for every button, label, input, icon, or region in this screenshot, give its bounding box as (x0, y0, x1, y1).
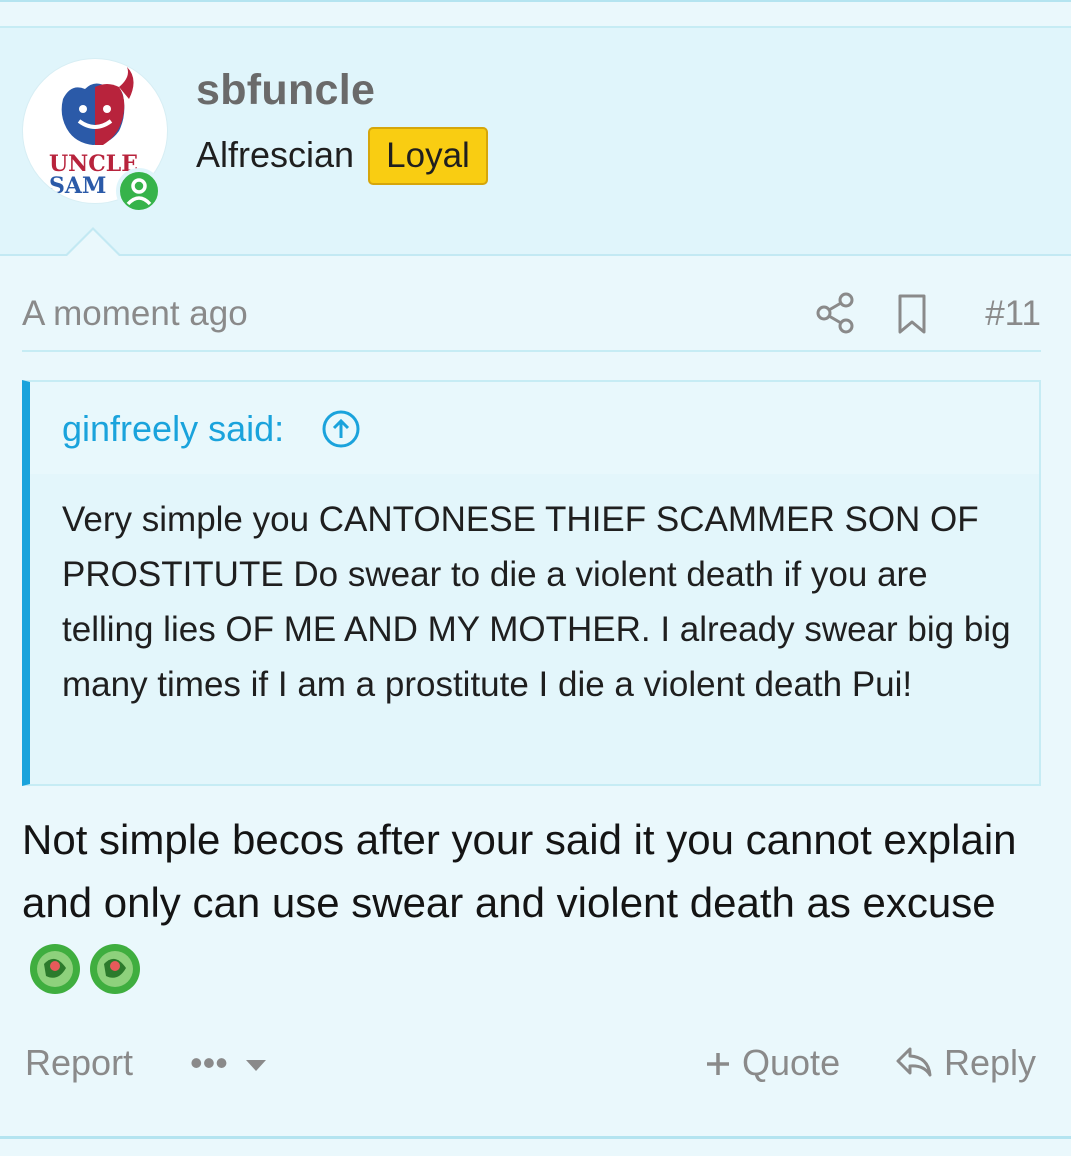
reply-arrow-icon (896, 1047, 932, 1077)
user-badge: Loyal (368, 127, 488, 185)
quote-button-label: Quote (742, 1042, 841, 1083)
plus-icon (707, 1053, 729, 1075)
username[interactable]: sbfuncle (196, 66, 375, 115)
post-message: Not simple becos after your said it you … (22, 808, 1052, 997)
post-meta-bar: A moment ago #11 (22, 290, 1041, 352)
chevron-down-icon (245, 1060, 266, 1072)
quote-text: Very simple you CANTONESE THIEF SCAMMER … (62, 500, 1011, 704)
more-dots: ••• (190, 1042, 228, 1083)
bottom-divider (0, 1136, 1071, 1156)
report-button[interactable]: Report (25, 1042, 133, 1084)
quote-button[interactable]: Quote (704, 1042, 840, 1084)
top-divider (0, 0, 1071, 28)
go-to-quote-arrow-icon[interactable] (320, 408, 362, 450)
reply-button[interactable]: Reply (894, 1042, 1036, 1084)
post-message-text: Not simple becos after your said it you … (22, 816, 1017, 926)
melon-emoji-icon (88, 942, 142, 996)
user-title: Alfrescian (196, 134, 355, 175)
quote-block: ginfreely said: Very simple you CANTONES… (22, 380, 1041, 786)
melon-emoji-icon (28, 942, 82, 996)
reply-button-label: Reply (944, 1042, 1037, 1083)
quote-header: ginfreely said: (30, 382, 1039, 474)
post-user-header: UNCLE SAM sbfuncle Alfrescian Loyal (0, 28, 1071, 256)
post-number-link[interactable]: #11 (985, 294, 1041, 334)
forum-post: UNCLE SAM sbfuncle Alfrescian Loyal A mo… (0, 28, 1071, 1136)
share-icon[interactable] (812, 290, 858, 336)
bookmark-icon[interactable] (892, 292, 932, 336)
post-actions-bar: Report ••• Quote Reply (22, 1038, 1041, 1098)
online-status-icon (116, 168, 162, 214)
post-timestamp[interactable]: A moment ago (22, 294, 248, 334)
quote-author[interactable]: ginfreely said: (62, 408, 284, 450)
more-options-button[interactable]: ••• (190, 1042, 268, 1084)
